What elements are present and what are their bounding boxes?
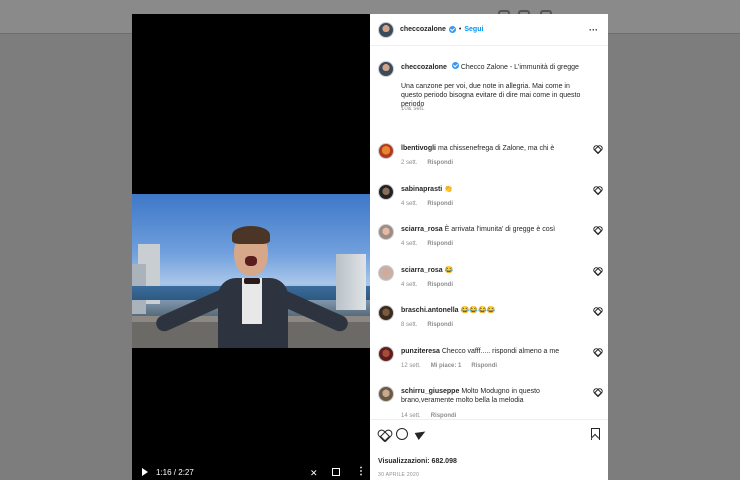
- mute-icon[interactable]: ✕: [310, 468, 318, 479]
- comment-username[interactable]: sciarra_rosa: [401, 226, 443, 233]
- comment-text: ma chissenefrega di Zalone, ma chi è: [437, 145, 555, 152]
- caption-time: 10& sett.: [401, 106, 425, 112]
- video-controls: 1:16 / 2:27 ✕ ⋮: [132, 466, 370, 480]
- like-icon[interactable]: [594, 145, 600, 151]
- comment-time: 2 sett.: [401, 160, 418, 166]
- like-icon[interactable]: [594, 267, 600, 273]
- video-time: 1:16 / 2:27: [156, 468, 194, 477]
- separator: •: [458, 26, 462, 33]
- like-icon[interactable]: [594, 388, 600, 394]
- share-icon[interactable]: [415, 428, 427, 440]
- comment-username[interactable]: punziteresa: [401, 348, 440, 355]
- caption-text: checcozalone Checco Zalone - L'immunità …: [401, 62, 586, 72]
- comment-username[interactable]: sciarra_rosa: [401, 267, 443, 274]
- reply-button[interactable]: Rispondi: [427, 322, 453, 328]
- more-horizontal-icon[interactable]: ···: [589, 25, 598, 35]
- comment-icon[interactable]: [396, 428, 408, 440]
- comment-time: 4 sett.: [401, 282, 418, 288]
- caption-body: Una canzone per voi, due note in allegri…: [401, 83, 581, 108]
- like-icon[interactable]: [594, 186, 600, 192]
- avatar[interactable]: [378, 21, 394, 38]
- caption-title: Checco Zalone - L'immunità di gregge: [460, 64, 579, 71]
- post-header: checcozalone • Segui ···: [370, 14, 608, 46]
- fullscreen-icon[interactable]: [332, 468, 340, 476]
- avatar[interactable]: [378, 61, 394, 77]
- comment-username[interactable]: lbentivogli: [401, 145, 436, 152]
- caption-username[interactable]: checcozalone: [401, 64, 447, 71]
- avatar[interactable]: [378, 184, 394, 200]
- reply-button[interactable]: Rispondi: [427, 282, 453, 288]
- verified-icon: [448, 26, 456, 33]
- comment-time: 12 sett.: [401, 363, 421, 369]
- comment-text: È arrivata l'imunita' di gregge è così: [444, 226, 556, 233]
- video-frame: [132, 194, 370, 348]
- comment-username[interactable]: sabinaprasti: [401, 186, 442, 193]
- comment-time: 8 sett.: [401, 322, 418, 328]
- reply-button[interactable]: Rispondi: [471, 363, 497, 369]
- comment-time: 4 sett.: [401, 241, 418, 247]
- reply-button[interactable]: Rispondi: [427, 160, 453, 166]
- video-player[interactable]: 1:16 / 2:27 ✕ ⋮: [132, 14, 370, 480]
- comment-username[interactable]: braschi.antonella: [401, 307, 459, 314]
- avatar[interactable]: [378, 386, 394, 402]
- post-date: 30 APRILE 2020: [378, 472, 420, 478]
- post-actions: Visualizzazioni: 682.098 30 APRILE 2020: [370, 419, 608, 480]
- avatar[interactable]: [378, 305, 394, 321]
- more-vertical-icon[interactable]: ⋮: [356, 466, 366, 477]
- comment-text: 👏: [444, 186, 453, 193]
- comment-text: 😂😂😂😂: [460, 307, 496, 314]
- comment-time: 4 sett.: [401, 201, 418, 207]
- avatar[interactable]: [378, 265, 394, 281]
- verified-icon: [451, 62, 459, 69]
- follow-button[interactable]: Segui: [464, 26, 483, 33]
- like-icon[interactable]: [594, 348, 600, 354]
- likes-count[interactable]: Mi piace: 1: [431, 363, 462, 369]
- heart-icon[interactable]: [378, 428, 390, 440]
- comment-username[interactable]: schirru_giuseppe: [401, 388, 459, 395]
- like-icon[interactable]: [594, 226, 600, 232]
- comment-text: 😂: [444, 267, 454, 274]
- reply-button[interactable]: Rispondi: [427, 241, 453, 247]
- post-modal: 1:16 / 2:27 ✕ ⋮ checcozalone • Segui ···…: [132, 14, 608, 480]
- views-count: Visualizzazioni: 682.098: [378, 458, 457, 465]
- username[interactable]: checcozalone: [400, 26, 446, 33]
- like-icon[interactable]: [594, 307, 600, 313]
- avatar[interactable]: [378, 346, 394, 362]
- comments-scroll[interactable]: checcozalone Checco Zalone - L'immunità …: [370, 47, 608, 419]
- post-panel: checcozalone • Segui ··· checcozalone Ch…: [370, 14, 608, 480]
- avatar[interactable]: [378, 224, 394, 240]
- play-icon[interactable]: [142, 468, 148, 476]
- comment-text: Checco vafff..... rispondi almeno a me: [441, 348, 560, 355]
- avatar[interactable]: [378, 143, 394, 159]
- reply-button[interactable]: Rispondi: [427, 201, 453, 207]
- bookmark-icon[interactable]: [591, 428, 600, 440]
